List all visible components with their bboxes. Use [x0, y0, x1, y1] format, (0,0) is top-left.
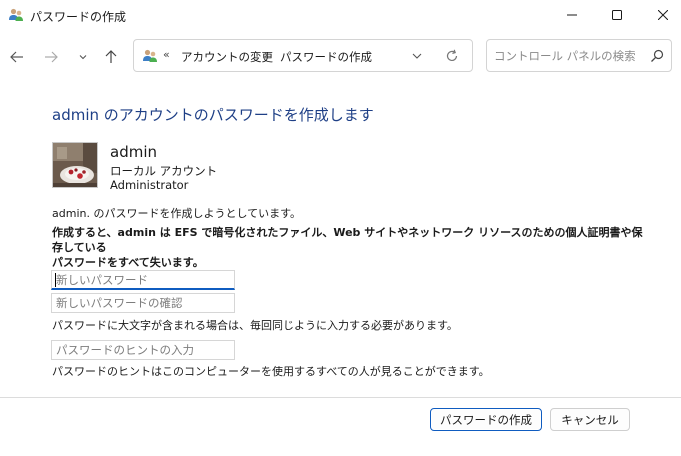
new-password-field[interactable] [51, 270, 235, 290]
chevron-down-icon [79, 55, 87, 60]
arrow-up-icon [105, 50, 117, 63]
text-caret [55, 273, 56, 287]
users-icon [8, 7, 24, 23]
forward-button[interactable] [40, 46, 62, 68]
back-button[interactable] [6, 46, 28, 68]
arrow-left-icon [10, 51, 23, 63]
refresh-icon[interactable] [444, 48, 460, 64]
account-type: ローカル アカウント [110, 164, 218, 178]
search-icon[interactable] [649, 48, 665, 64]
breadcrumb-overflow[interactable]: « [163, 48, 170, 61]
breadcrumb-change-account[interactable]: アカウントの変更 [181, 49, 273, 65]
case-sensitivity-note: パスワードに大文字が含まれる場合は、毎回同じように入力する必要があります。 [52, 319, 458, 332]
search-input[interactable] [494, 47, 644, 65]
create-password-button[interactable]: パスワードの作成 [430, 408, 542, 431]
navigation-bar: « アカウントの変更 › パスワードの作成 [0, 36, 681, 76]
window-title: パスワードの作成 [30, 10, 127, 24]
breadcrumb-separator[interactable]: › [264, 48, 268, 61]
intro-text: admin. のパスワードを作成しようとしています。 [52, 207, 302, 220]
user-name: admin [110, 143, 157, 161]
search-box[interactable] [486, 39, 672, 72]
warning-line-1: 作成すると、admin は EFS で暗号化されたファイル、Web サイトやネッ… [52, 226, 643, 254]
recent-locations-button[interactable] [72, 46, 94, 68]
users-icon [142, 48, 158, 64]
warning-text: 作成すると、admin は EFS で暗号化されたファイル、Web サイトやネッ… [52, 225, 652, 270]
minimize-button[interactable] [549, 0, 595, 30]
address-bar[interactable]: « アカウントの変更 › パスワードの作成 [133, 39, 473, 72]
title-bar: パスワードの作成 [0, 0, 681, 30]
account-role: Administrator [110, 178, 189, 192]
up-button[interactable] [100, 46, 122, 68]
confirm-password-field[interactable] [51, 293, 235, 313]
close-button[interactable] [640, 0, 681, 30]
password-hint-field[interactable] [51, 340, 235, 360]
maximize-button[interactable] [594, 0, 640, 30]
warning-line-2: パスワードをすべて失います。 [52, 256, 204, 269]
address-dropdown-icon[interactable] [410, 49, 424, 63]
footer-divider [0, 397, 681, 398]
hint-visibility-note: パスワードのヒントはこのコンピューターを使用するすべての人が見ることができます。 [52, 365, 490, 378]
page-title: admin のアカウントのパスワードを作成します [52, 106, 374, 124]
arrow-right-icon [45, 51, 58, 63]
avatar [52, 142, 98, 188]
breadcrumb-create-password[interactable]: パスワードの作成 [280, 49, 372, 65]
cancel-button[interactable]: キャンセル [550, 408, 630, 431]
